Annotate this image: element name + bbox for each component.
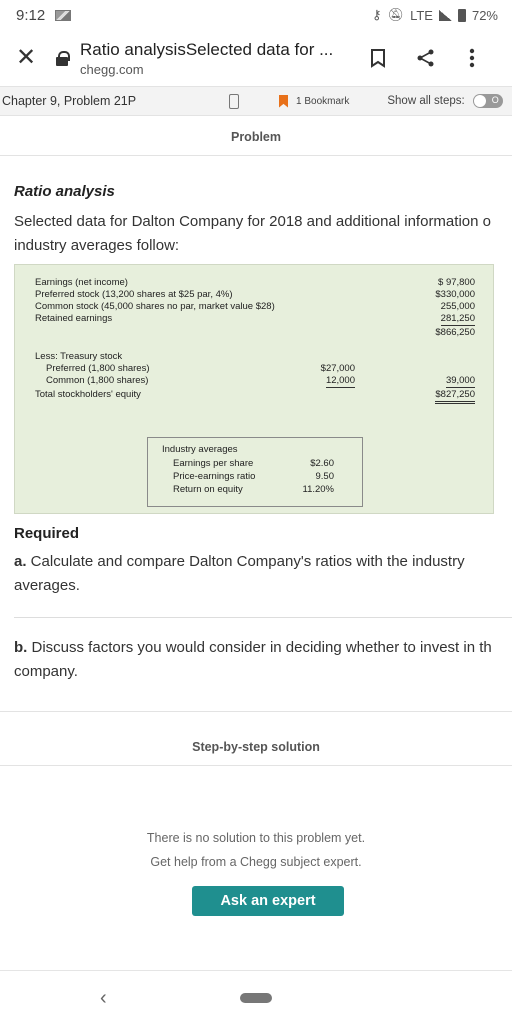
required-heading: Required [14, 525, 80, 542]
more-menu-icon[interactable] [456, 42, 488, 74]
intro-line-2: industry averages follow: [14, 237, 180, 254]
table-row: Preferred (1,800 shares) $27,000 [46, 363, 355, 374]
key-icon: ⚷ [372, 7, 382, 22]
table-row: $866,250 [435, 327, 475, 338]
expert-help-text: Get help from a Chegg subject expert. [150, 855, 362, 869]
chapter-label: Chapter 9, Problem 21P [2, 94, 137, 108]
part-b-marker: b. [14, 639, 28, 656]
problem-intro: Ratio analysis Selected data for Dalton … [14, 180, 512, 258]
url-area[interactable]: Ratio analysisSelected data for ... cheg… [80, 40, 342, 77]
no-solution-text: There is no solution to this problem yet… [146, 831, 366, 845]
back-icon[interactable]: ‹ [100, 987, 107, 1010]
browser-toolbar: ✕ Ratio analysisSelected data for ... ch… [0, 30, 512, 86]
signal-icon [438, 9, 452, 21]
table-row: Earnings per share $2.60 [173, 458, 334, 469]
industry-title: Industry averages [162, 444, 238, 455]
part-b-text: Discuss factors you would consider in de… [14, 639, 492, 680]
divider [0, 765, 512, 766]
table-row: Common stock (45,000 shares no par, mark… [35, 301, 475, 312]
page-domain: chegg.com [80, 61, 144, 77]
status-bar: 9:12 ⚷ 🔕︎ LTE 72% [0, 0, 512, 30]
system-nav-bar: ‹ [0, 970, 512, 1024]
table-row: Earnings (net income) $ 97,800 [35, 277, 475, 288]
part-a-text: Calculate and compare Dalton Company's r… [14, 553, 465, 594]
divider [0, 711, 512, 712]
mute-icon: 🔕︎ [387, 7, 405, 22]
image-notification-icon [55, 9, 72, 21]
table-row: Preferred stock (13,200 shares at $25 pa… [35, 289, 475, 300]
network-label: LTE [410, 7, 433, 23]
part-b: b. Discuss factors you would consider in… [14, 636, 512, 684]
toggle-label: O [491, 95, 499, 105]
share-icon[interactable] [410, 42, 442, 74]
ask-expert-button[interactable]: Ask an expert [192, 886, 344, 916]
home-pill-icon[interactable] [240, 993, 272, 1003]
divider [0, 155, 512, 156]
show-steps-toggle[interactable]: O [472, 94, 503, 108]
battery-level: 72% [471, 7, 498, 23]
industry-averages-box: Industry averages Earnings per share $2.… [147, 437, 363, 507]
status-right: ⚷ 🔕︎ LTE 72% [372, 7, 498, 23]
part-a-marker: a. [14, 553, 27, 570]
divider [14, 617, 512, 618]
show-steps-label: Show all steps: [387, 95, 465, 107]
clock: 9:12 [16, 6, 46, 24]
table-row: Price-earnings ratio 9.50 [173, 471, 334, 482]
table-row: Less: Treasury stock [35, 351, 123, 362]
battery-icon [457, 8, 466, 22]
table-row: Common (1,800 shares) 12,000 39,000 [46, 375, 475, 388]
chegg-toolbar: Chapter 9, Problem 21P 1 Bookmark Show a… [0, 86, 512, 116]
data-table-figure: Earnings (net income) $ 97,800 Preferred… [14, 264, 494, 514]
lock-icon [56, 51, 70, 66]
problem-title: Ratio analysis [14, 183, 115, 200]
table-row: Total stockholders' equity $827,250 [35, 389, 475, 404]
mobile-view-icon[interactable] [229, 93, 239, 109]
table-row: Return on equity 11.20% [173, 484, 334, 495]
status-left: 9:12 [16, 6, 72, 24]
bookmark-flag-icon[interactable] [279, 94, 288, 108]
table-row: Retained earnings 281,250 [35, 313, 475, 326]
intro-line-1: Selected data for Dalton Company for 201… [14, 213, 491, 230]
part-a: a. Calculate and compare Dalton Company'… [14, 550, 494, 598]
bookmark-count[interactable]: 1 Bookmark [296, 96, 349, 107]
solution-section-heading: Step-by-step solution [192, 740, 320, 754]
page-title: Ratio analysisSelected data for ... [80, 39, 334, 59]
close-tab-button[interactable]: ✕ [8, 40, 44, 76]
problem-section-heading: Problem [230, 130, 281, 144]
bookmark-icon[interactable] [362, 42, 394, 74]
